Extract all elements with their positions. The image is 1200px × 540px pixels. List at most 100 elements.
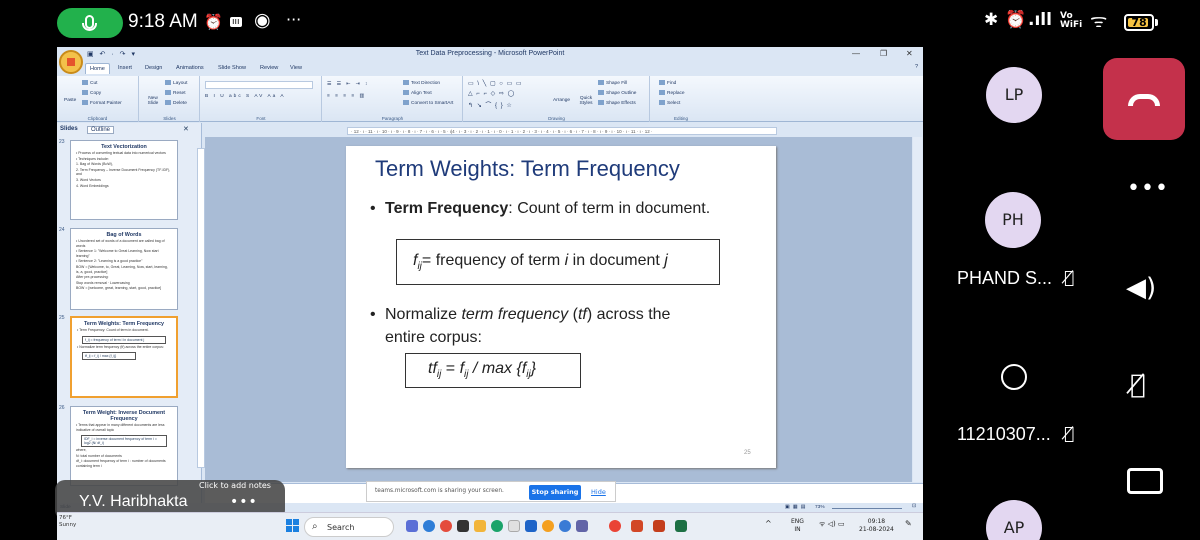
vertical-scrollbar[interactable] bbox=[913, 137, 922, 482]
vertical-ruler bbox=[197, 148, 205, 468]
font-format-buttons[interactable]: B I U abc S AV Aa A bbox=[205, 94, 286, 99]
align-text-button[interactable]: Align Text bbox=[403, 90, 432, 96]
fit-window-icon[interactable]: ⊡ bbox=[912, 504, 916, 509]
widgets-app-icon[interactable] bbox=[406, 520, 418, 532]
slide-title: Term Weights: Term Frequency bbox=[375, 156, 680, 181]
tab-outline-panel[interactable]: Outline bbox=[87, 126, 115, 134]
task-view-icon[interactable] bbox=[457, 520, 469, 532]
paste-button[interactable]: Paste bbox=[64, 98, 76, 103]
quick-styles-button[interactable]: Quick Styles bbox=[578, 96, 594, 106]
find-button[interactable]: Find bbox=[659, 80, 676, 86]
tab-slide-show[interactable]: Slide Show bbox=[218, 65, 246, 71]
tab-slides-panel[interactable]: Slides bbox=[60, 126, 78, 132]
align-buttons[interactable]: ≡ ≡ ≡ ≡ ▥ bbox=[327, 94, 366, 99]
weather-temp: 76°F bbox=[59, 515, 72, 521]
more-options-button[interactable]: ••• bbox=[1127, 176, 1169, 201]
office-button[interactable] bbox=[59, 50, 83, 74]
taskbar-clock[interactable]: 09:18 21-08-2024 bbox=[859, 518, 894, 533]
ribbon-tabs: Home Insert Design Animations Slide Show… bbox=[57, 63, 923, 76]
slide-thumbnail-26[interactable]: Term Weight: Inverse Document Frequency … bbox=[70, 406, 178, 486]
replace-button[interactable]: Replace bbox=[659, 90, 685, 96]
shapes-gallery[interactable]: ▭ \ ╲ ▢ ○ ▭ ▭ bbox=[468, 80, 523, 87]
firefox-app-icon[interactable] bbox=[542, 520, 554, 532]
font-name-select[interactable] bbox=[205, 81, 313, 89]
slide-thumbnail-23[interactable]: Text Vectorization • Process of converti… bbox=[70, 140, 178, 220]
network-volume-battery-icons[interactable]: ᯤ ◁) ▭ bbox=[819, 520, 845, 529]
stop-sharing-button[interactable]: Stop sharing bbox=[529, 485, 581, 500]
current-slide[interactable]: Term Weights: Term Frequency • Term Frequ… bbox=[346, 146, 776, 468]
participant-avatar-ap[interactable]: AP bbox=[986, 500, 1042, 540]
speaker-icon[interactable]: ◀) bbox=[1126, 273, 1156, 303]
help-icon[interactable]: ? bbox=[915, 64, 918, 70]
close-panel-icon[interactable]: ✕ bbox=[183, 125, 189, 133]
presenter-more-button[interactable]: ••• bbox=[230, 494, 258, 510]
tab-animations[interactable]: Animations bbox=[176, 65, 204, 71]
convert-smartart-button[interactable]: Convert to SmartArt bbox=[403, 100, 453, 106]
powerpoint-app-icon[interactable] bbox=[631, 520, 643, 532]
excel-app-icon[interactable] bbox=[675, 520, 687, 532]
weather-widget[interactable]: 76°F Sunny bbox=[59, 515, 76, 529]
list-buttons[interactable]: ☰ ☰ ⇤ ⇥ ↕ bbox=[327, 82, 369, 87]
tab-view[interactable]: View bbox=[290, 65, 302, 71]
chrome-app-icon[interactable] bbox=[423, 520, 435, 532]
mute-mic-button[interactable]: 🎙̸ bbox=[1130, 370, 1146, 400]
acrobat-app-icon[interactable] bbox=[653, 520, 665, 532]
layout-button[interactable]: Layout bbox=[165, 80, 187, 86]
format-painter-button[interactable]: Format Painter bbox=[82, 100, 122, 106]
edge-app-icon[interactable] bbox=[491, 520, 503, 532]
participant-avatar-ph[interactable]: PH bbox=[985, 192, 1041, 248]
shapes-gallery-row3[interactable]: ↰ ↘ ⌒ { } ☆ bbox=[468, 100, 513, 109]
tray-overflow-icon[interactable]: ^ bbox=[765, 520, 772, 528]
ongoing-call-pill[interactable] bbox=[57, 8, 123, 38]
reset-button[interactable]: Reset bbox=[165, 90, 186, 96]
shape-outline-button[interactable]: Shape Outline bbox=[598, 90, 636, 96]
participant-avatar-lp[interactable]: LP bbox=[986, 67, 1042, 123]
minimize-button[interactable]: — bbox=[852, 49, 860, 58]
text-direction-button[interactable]: Text Direction bbox=[403, 80, 440, 86]
status-clock: 9:18 AM bbox=[128, 11, 198, 32]
shapes-gallery-row2[interactable]: △ ⌐ ⌐ ◇ ⇨ ◯ bbox=[468, 90, 515, 97]
camera-off-button[interactable] bbox=[1127, 468, 1163, 494]
weather-desc: Sunny bbox=[59, 522, 77, 528]
chrome-browser-icon[interactable] bbox=[609, 520, 621, 532]
language-indicator[interactable]: ENG IN bbox=[791, 518, 804, 533]
zoom-slider[interactable] bbox=[832, 508, 902, 509]
screen: 9:18 AM ⏰ ııı ◉ ··· ✱ ⏰ .ıll Vo WiFi ᯤ 7… bbox=[0, 0, 1200, 540]
bullet-normalize-line2: entire corpus: bbox=[385, 329, 482, 346]
copy-button[interactable]: Copy bbox=[82, 90, 101, 96]
end-call-button[interactable] bbox=[1103, 58, 1185, 140]
drawing-group: ▭ \ ╲ ▢ ○ ▭ ▭ △ ⌐ ⌐ ◇ ⇨ ◯ ↰ ↘ ⌒ { } ☆ Ar… bbox=[464, 76, 650, 122]
more-notifications-icon: ··· bbox=[286, 10, 302, 29]
shape-fill-button[interactable]: Shape Fill bbox=[598, 80, 627, 86]
shape-effects-button[interactable]: Shape Effects bbox=[598, 100, 636, 106]
notification-icon[interactable]: ✎ bbox=[905, 520, 912, 528]
delete-button[interactable]: Delete bbox=[165, 100, 187, 106]
hide-banner-link[interactable]: Hide bbox=[591, 488, 606, 496]
taskbar-search[interactable]: ⌕ Search bbox=[304, 517, 394, 537]
chrome-red-app-icon[interactable] bbox=[440, 520, 452, 532]
thumb-line: • Normalize term frequency (tf) across t… bbox=[77, 344, 164, 349]
tab-insert[interactable]: Insert bbox=[118, 65, 132, 71]
windows-start-icon[interactable] bbox=[286, 519, 300, 533]
tab-home[interactable]: Home bbox=[85, 63, 110, 74]
file-explorer-icon[interactable] bbox=[474, 520, 486, 532]
notes-placeholder[interactable]: Click to add notes bbox=[199, 481, 271, 490]
cut-button[interactable]: Cut bbox=[82, 80, 97, 86]
teams-app-icon[interactable] bbox=[576, 520, 588, 532]
participant-avatar-placeholder-icon[interactable] bbox=[1001, 364, 1027, 390]
store-app-icon[interactable] bbox=[525, 520, 537, 532]
slide-thumbnail-25-selected[interactable]: Term Weights: Term Frequency • Term Freq… bbox=[70, 316, 178, 398]
browser-app-icon[interactable] bbox=[559, 520, 571, 532]
view-buttons[interactable]: ▣ ▦ ▤ bbox=[785, 505, 806, 510]
arrange-button[interactable]: Arrange bbox=[553, 98, 570, 103]
slide-thumbnail-24[interactable]: Bag of Words • Unordered set of words of… bbox=[70, 228, 178, 310]
mail-app-icon[interactable] bbox=[508, 520, 520, 532]
new-slide-button[interactable]: New Slide bbox=[143, 96, 163, 106]
tab-design[interactable]: Design bbox=[145, 65, 162, 71]
lang-top: ENG bbox=[791, 518, 804, 525]
tab-review[interactable]: Review bbox=[260, 65, 278, 71]
restore-button[interactable]: ❐ bbox=[880, 49, 887, 58]
select-button[interactable]: Select bbox=[659, 100, 680, 106]
delete-icon bbox=[165, 100, 171, 105]
close-button[interactable]: ✕ bbox=[906, 49, 913, 58]
